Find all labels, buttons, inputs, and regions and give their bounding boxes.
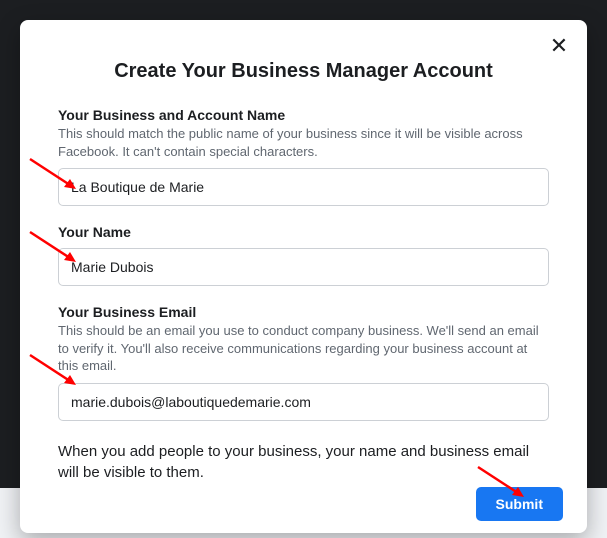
email-block: Your Business Email This should be an em… (58, 304, 549, 421)
close-icon: ✕ (550, 33, 568, 59)
business-name-label: Your Business and Account Name (58, 107, 549, 123)
business-name-block: Your Business and Account Name This shou… (58, 107, 549, 206)
your-name-block: Your Name (58, 224, 549, 286)
visibility-disclosure: When you add people to your business, yo… (58, 441, 549, 483)
business-name-help: This should match the public name of you… (58, 125, 549, 160)
business-name-input[interactable] (58, 168, 549, 206)
submit-button[interactable]: Submit (476, 487, 563, 521)
email-help: This should be an email you use to condu… (58, 322, 549, 375)
email-input[interactable] (58, 383, 549, 421)
your-name-input[interactable] (58, 248, 549, 286)
create-business-modal: ✕ Create Your Business Manager Account Y… (20, 20, 587, 533)
email-label: Your Business Email (58, 304, 549, 320)
your-name-label: Your Name (58, 224, 549, 240)
close-button[interactable]: ✕ (545, 32, 573, 60)
modal-title: Create Your Business Manager Account (58, 60, 549, 83)
